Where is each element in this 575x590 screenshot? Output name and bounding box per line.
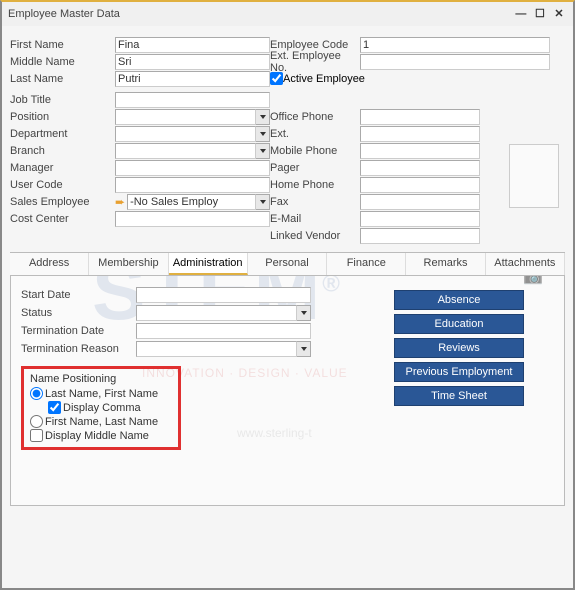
chevron-down-icon[interactable]: [297, 305, 311, 321]
email-label: E-Mail: [270, 213, 360, 225]
minimize-icon[interactable]: —: [513, 2, 529, 26]
radio-last-first[interactable]: Last Name, First Name: [30, 387, 172, 400]
term-date-field[interactable]: [136, 323, 311, 339]
email-field[interactable]: [360, 211, 480, 227]
job-title-field[interactable]: [115, 92, 270, 108]
first-name-field[interactable]: Fina: [115, 37, 270, 53]
titlebar: Employee Master Data — ☐ ✕: [2, 2, 573, 26]
chevron-down-icon[interactable]: [256, 126, 270, 142]
name-positioning-group: Name Positioning Last Name, First Name D…: [21, 366, 181, 450]
manager-label: Manager: [10, 162, 115, 174]
job-title-label: Job Title: [10, 94, 115, 106]
mobile-field[interactable]: [360, 143, 480, 159]
timesheet-button[interactable]: Time Sheet: [394, 386, 524, 406]
name-positioning-title: Name Positioning: [30, 373, 172, 385]
start-date-field[interactable]: [136, 287, 311, 303]
reviews-button[interactable]: Reviews: [394, 338, 524, 358]
department-label: Department: [10, 128, 115, 140]
cost-center-label: Cost Center: [10, 213, 115, 225]
home-phone-label: Home Phone: [270, 179, 360, 191]
status-label: Status: [21, 307, 136, 319]
user-code-label: User Code: [10, 179, 115, 191]
employee-master-window: Employee Master Data — ☐ ✕ STEM® INNOVAT…: [0, 0, 575, 590]
window-title: Employee Master Data: [8, 2, 120, 26]
middle-name-field[interactable]: Sri: [115, 54, 270, 70]
tab-remarks[interactable]: Remarks: [406, 253, 485, 275]
status-dropdown[interactable]: [136, 305, 311, 321]
chevron-down-icon[interactable]: [256, 109, 270, 125]
active-emp-checkbox[interactable]: [270, 72, 283, 85]
cost-center-field[interactable]: [115, 211, 270, 227]
tab-administration[interactable]: Administration: [169, 253, 248, 275]
absence-button[interactable]: Absence: [394, 290, 524, 310]
department-dropdown[interactable]: [115, 126, 270, 142]
branch-dropdown[interactable]: [115, 143, 270, 159]
middle-name-label: Middle Name: [10, 56, 115, 68]
prev-emp-button[interactable]: Previous Employment: [394, 362, 524, 382]
ext-emp-no-field[interactable]: [360, 54, 550, 70]
education-button[interactable]: Education: [394, 314, 524, 334]
ext-label: Ext.: [270, 128, 360, 140]
close-icon[interactable]: ✕: [551, 2, 567, 26]
tab-personal[interactable]: Personal: [248, 253, 327, 275]
term-reason-label: Termination Reason: [21, 343, 136, 355]
first-name-label: First Name: [10, 39, 115, 51]
linked-vendor-label: Linked Vendor: [270, 230, 360, 242]
link-arrow-icon[interactable]: ➨: [115, 195, 125, 209]
ext-field[interactable]: [360, 126, 480, 142]
fax-label: Fax: [270, 196, 360, 208]
chevron-down-icon[interactable]: [297, 341, 311, 357]
last-name-field[interactable]: Putri: [115, 71, 270, 87]
tab-membership[interactable]: Membership: [89, 253, 168, 275]
fax-field[interactable]: [360, 194, 480, 210]
sales-emp-label: Sales Employee: [10, 196, 115, 208]
pager-field[interactable]: [360, 160, 480, 176]
mobile-label: Mobile Phone: [270, 145, 360, 157]
tab-finance[interactable]: Finance: [327, 253, 406, 275]
checkbox-display-comma[interactable]: Display Comma: [48, 401, 172, 414]
tab-attachments[interactable]: Attachments: [486, 253, 565, 275]
last-name-label: Last Name: [10, 73, 115, 85]
branch-label: Branch: [10, 145, 115, 157]
position-label: Position: [10, 111, 115, 123]
office-phone-field[interactable]: [360, 109, 480, 125]
pager-label: Pager: [270, 162, 360, 174]
active-emp-label: Active Employee: [283, 73, 365, 85]
position-dropdown[interactable]: [115, 109, 270, 125]
admin-tabpane: Start Date Status Termination Date Termi…: [10, 276, 565, 506]
term-reason-dropdown[interactable]: [136, 341, 311, 357]
maximize-icon[interactable]: ☐: [532, 2, 548, 26]
home-phone-field[interactable]: [360, 177, 480, 193]
manager-field[interactable]: [115, 160, 270, 176]
checkbox-display-middle[interactable]: Display Middle Name: [30, 429, 172, 442]
sales-emp-dropdown[interactable]: -No Sales Employ: [127, 194, 270, 210]
office-phone-label: Office Phone: [270, 111, 360, 123]
radio-first-last[interactable]: First Name, Last Name: [30, 415, 172, 428]
term-date-label: Termination Date: [21, 325, 136, 337]
linked-vendor-field[interactable]: [360, 228, 480, 244]
tabs: Address Membership Administration Person…: [10, 252, 565, 276]
chevron-down-icon[interactable]: [256, 194, 270, 210]
user-code-field[interactable]: [115, 177, 270, 193]
chevron-down-icon[interactable]: [256, 143, 270, 159]
start-date-label: Start Date: [21, 289, 136, 301]
tab-address[interactable]: Address: [10, 253, 89, 275]
